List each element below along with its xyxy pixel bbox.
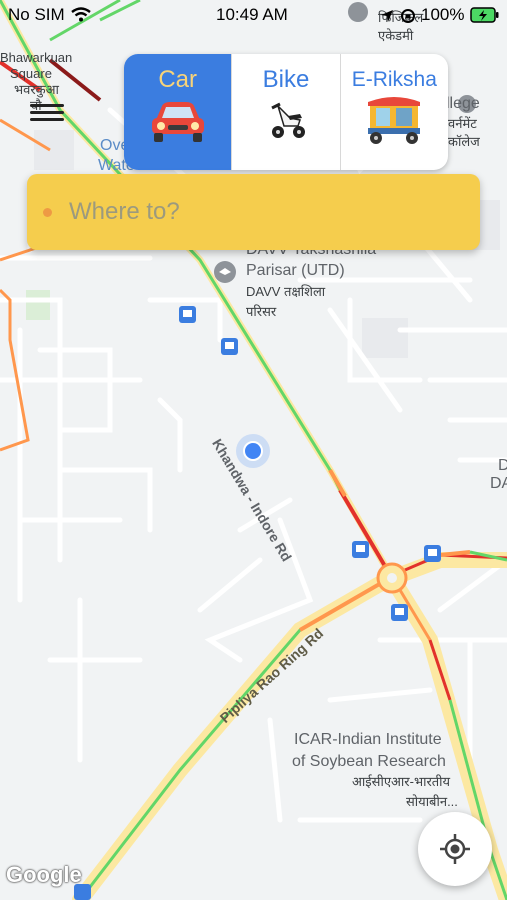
map-label: परिसर bbox=[246, 304, 277, 319]
vehicle-option-car[interactable]: Car bbox=[124, 54, 233, 170]
crosshair-icon bbox=[440, 834, 470, 864]
battery-charging-icon bbox=[470, 7, 499, 23]
vehicle-label: E-Riksha bbox=[351, 68, 437, 91]
destination-search-input[interactable]: Where to? bbox=[27, 174, 480, 250]
carrier-label: No SIM bbox=[8, 5, 65, 24]
map-label: वर्नमेंट bbox=[448, 116, 477, 131]
map-label: DAVV तक्षशिला bbox=[246, 284, 326, 299]
map-label: D bbox=[498, 457, 507, 474]
wifi-icon bbox=[71, 7, 91, 22]
my-location-button[interactable] bbox=[418, 812, 492, 886]
status-bar: No SIM 10:49 AM 100% bbox=[0, 0, 507, 32]
map-label: आईसीएआर-भारतीय bbox=[352, 774, 451, 789]
destination-dot-icon bbox=[43, 208, 52, 217]
vehicle-selector: Car Bike E-Riksha bbox=[124, 54, 448, 170]
location-arrow-icon bbox=[381, 10, 393, 22]
clock: 10:49 AM bbox=[216, 5, 288, 24]
vehicle-label: Bike bbox=[262, 66, 310, 93]
vehicle-option-bike[interactable]: Bike bbox=[232, 54, 341, 170]
map-label: Parisar (UTD) bbox=[246, 262, 345, 279]
map-label: भवरकुआ bbox=[14, 82, 59, 97]
auto-rickshaw-icon bbox=[368, 97, 421, 144]
map-label: Square bbox=[10, 66, 52, 81]
google-logo: Google bbox=[6, 862, 82, 887]
battery-percent: 100% bbox=[421, 5, 465, 24]
car-icon bbox=[151, 102, 204, 142]
map-label: DA bbox=[490, 475, 507, 492]
menu-button[interactable] bbox=[30, 100, 64, 126]
destination-placeholder: Where to? bbox=[69, 198, 180, 225]
map-label: सोयाबीन... bbox=[406, 794, 458, 809]
map-label: llege bbox=[446, 95, 480, 112]
vehicle-label: Car bbox=[158, 66, 197, 93]
orientation-lock-icon bbox=[401, 9, 415, 23]
map-label: कॉलेज bbox=[448, 134, 480, 149]
map-label: Bhawarkuan bbox=[0, 50, 73, 65]
scooter-icon bbox=[271, 102, 305, 138]
vehicle-option-e-riksha[interactable]: E-Riksha bbox=[341, 54, 448, 170]
map-label: of Soybean Research bbox=[292, 753, 446, 770]
map-label: ICAR-Indian Institute bbox=[294, 731, 442, 748]
